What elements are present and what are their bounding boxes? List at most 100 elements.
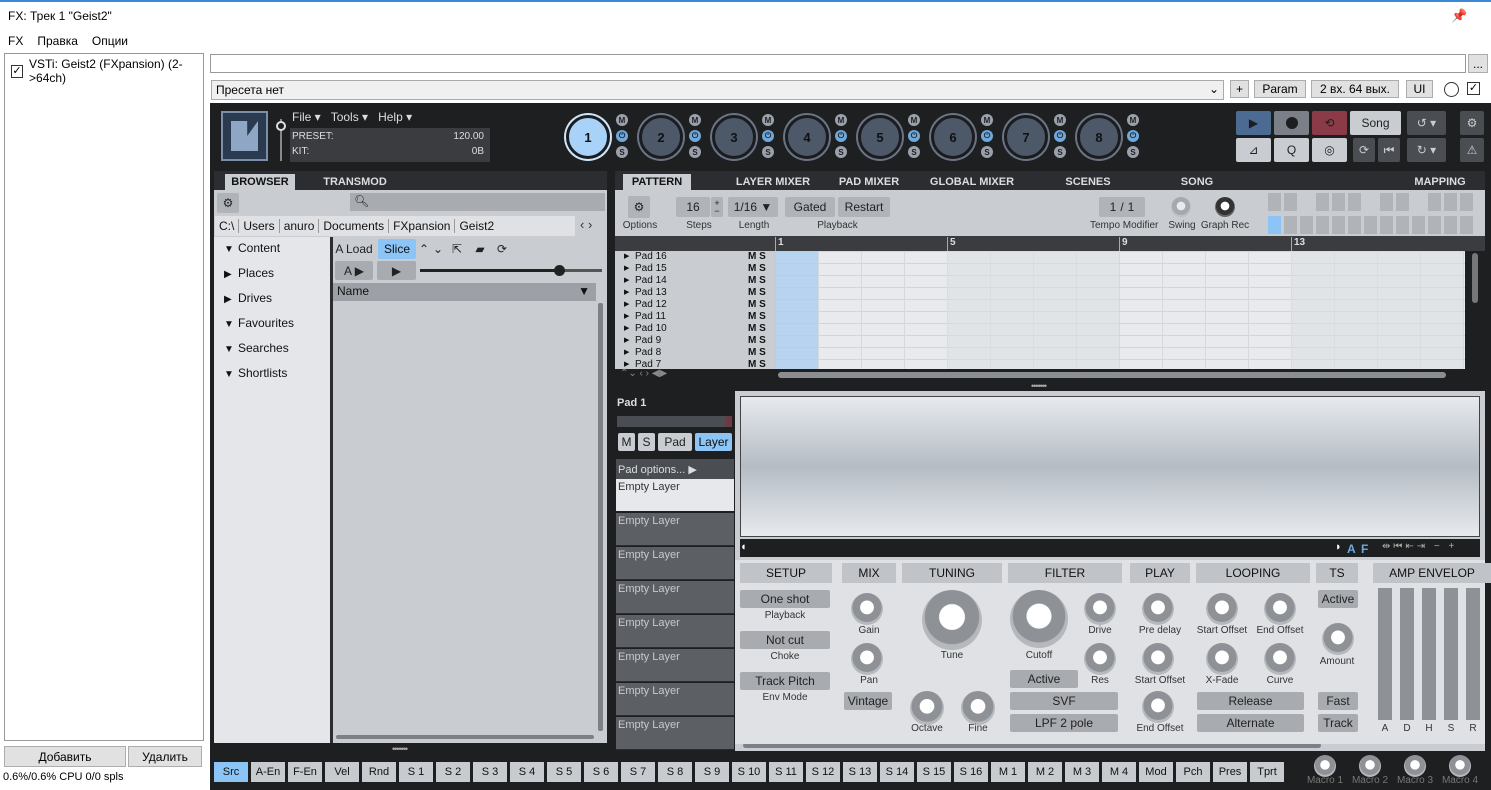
sample-start-marker[interactable]: ◖ [740, 541, 747, 553]
tab-s5[interactable]: S 5 [547, 762, 581, 782]
wave-f-toggle[interactable]: F [1361, 542, 1368, 556]
swing-knob[interactable] [1171, 197, 1191, 217]
browser-tree-item[interactable]: ▼ Content [224, 241, 280, 255]
settings-button[interactable]: ⚙ [1460, 111, 1484, 135]
pad-solo-button[interactable]: S [689, 146, 701, 158]
pad-power-icon[interactable]: ⏻ [981, 130, 993, 142]
layer-slot[interactable]: Empty Layer [616, 683, 734, 716]
tab-src[interactable]: Src [214, 762, 248, 782]
fx-list[interactable]: ✓ VSTi: Geist2 (FXpansion) (2->64ch) [4, 53, 204, 741]
warning-button[interactable]: ⚠ [1460, 138, 1484, 162]
row-mute-solo[interactable]: M S [748, 335, 766, 346]
tab-s11[interactable]: S 11 [769, 762, 803, 782]
tab-s13[interactable]: S 13 [843, 762, 877, 782]
file-list[interactable] [333, 301, 606, 741]
pad-view-button[interactable]: Pad [658, 433, 692, 451]
track-pitch-button[interactable]: Track Pitch [740, 672, 830, 690]
tab-transmod[interactable]: TRANSMOD [315, 174, 395, 190]
breadcrumb-item[interactable]: anuro [280, 219, 320, 233]
breadcrumb-item[interactable]: FXpansion [389, 219, 456, 233]
file-list-scrollbar[interactable] [598, 303, 603, 731]
pad-mute-button[interactable]: M [762, 114, 774, 126]
tune-knob[interactable] [922, 590, 982, 650]
breadcrumb-item[interactable]: Documents [319, 219, 390, 233]
preset-select[interactable]: Пресета нет ⌄ [211, 80, 1224, 100]
pad-solo-button[interactable]: S [616, 146, 628, 158]
tab-tprt[interactable]: Tprt [1250, 762, 1284, 782]
step-grid[interactable] [775, 251, 1465, 369]
add-preset-button[interactable]: + [1230, 80, 1249, 98]
pan-knob[interactable] [851, 643, 883, 675]
macro-knob[interactable] [1314, 755, 1336, 777]
tab-mod[interactable]: Mod [1139, 762, 1173, 782]
pin-icon[interactable]: 📌 [1451, 8, 1467, 24]
fx-enable-checkbox[interactable]: ✓ [11, 64, 24, 78]
pad-power-icon[interactable]: ⏻ [1054, 130, 1066, 142]
pad-solo-button[interactable]: S [908, 146, 920, 158]
filter-type-dropdown[interactable]: SVF [1010, 692, 1118, 710]
menu-fx[interactable]: FX [8, 34, 23, 50]
mapping-cell[interactable] [1332, 216, 1345, 234]
tab-browser[interactable]: BROWSER [225, 174, 295, 190]
quantize-button[interactable]: Q [1274, 138, 1309, 162]
layer-slot[interactable]: Empty Layer [616, 615, 734, 648]
steps-stepper[interactable]: + − [711, 197, 723, 217]
pad-mute-button[interactable]: M [835, 114, 847, 126]
tab-rnd[interactable]: Rnd [362, 762, 396, 782]
row-expand-icon[interactable]: ▶ [624, 312, 629, 320]
master-volume-slider[interactable] [276, 111, 286, 161]
row-expand-icon[interactable]: ▶ [624, 276, 629, 284]
breadcrumb-nav[interactable]: ‹ › [580, 217, 592, 232]
tab-s10[interactable]: S 10 [732, 762, 766, 782]
ts-active-button[interactable]: Active [1318, 590, 1358, 608]
grid-hscrollbar[interactable] [778, 372, 1446, 378]
mapping-cell[interactable] [1316, 193, 1329, 211]
restart-button[interactable]: Restart [838, 197, 890, 217]
row-expand-icon[interactable]: ▶ [624, 336, 629, 344]
mapping-cell[interactable] [1444, 193, 1457, 211]
pad-mute-button[interactable]: M [689, 114, 701, 126]
tab-m4[interactable]: M 4 [1102, 762, 1136, 782]
end-offset-knob[interactable] [1142, 691, 1174, 723]
curve-knob[interactable] [1264, 643, 1296, 675]
pad-button-4[interactable]: 4 [785, 115, 829, 159]
tab-m3[interactable]: M 3 [1065, 762, 1099, 782]
preset-panel[interactable]: PRESET: 120.00 KIT: 0B [290, 128, 490, 162]
browser-tree-item[interactable]: ▶ Drives [224, 291, 272, 305]
pad-button-1[interactable]: 1 [566, 115, 610, 159]
tab-s3[interactable]: S 3 [473, 762, 507, 782]
pad-mute-button[interactable]: M [616, 114, 628, 126]
pad-solo-button[interactable]: S [1054, 146, 1066, 158]
mapping-cell[interactable] [1300, 216, 1313, 234]
amp-envelope-slider[interactable] [1444, 588, 1458, 720]
undo-button[interactable]: ↺ ▾ [1407, 111, 1446, 135]
pad-mute-button[interactable]: M [1054, 114, 1066, 126]
row-mute-solo[interactable]: M S [748, 311, 766, 322]
tempo-modifier-field[interactable]: 1/1 [1099, 197, 1145, 217]
pad-power-icon[interactable]: ⏻ [616, 130, 628, 142]
pad-solo-button[interactable]: S [638, 433, 655, 451]
amp-envelope-slider[interactable] [1378, 588, 1392, 720]
wet-knob-icon[interactable] [1444, 82, 1459, 97]
layer-slot[interactable]: Empty Layer [616, 649, 734, 682]
pad-solo-button[interactable]: S [835, 146, 847, 158]
audition-a-button[interactable]: A ▶ [335, 261, 373, 280]
tab-layer-mixer[interactable]: LAYER MIXER [726, 174, 820, 190]
octave-knob[interactable] [910, 691, 944, 725]
row-expand-icon[interactable]: ▶ [624, 348, 629, 356]
tab-s8[interactable]: S 8 [658, 762, 692, 782]
breadcrumb-item[interactable]: Users [239, 219, 280, 233]
load-button[interactable]: A Load [334, 239, 374, 259]
row-mute-solo[interactable]: M S [748, 299, 766, 310]
waveform-display[interactable] [740, 396, 1480, 537]
ts-amount-knob[interactable] [1322, 623, 1354, 655]
help-menu[interactable]: Help ▾ [378, 110, 412, 124]
tab-s6[interactable]: S 6 [584, 762, 618, 782]
tab-pad-mixer[interactable]: PAD MIXER [835, 174, 903, 190]
file-list-hscrollbar[interactable] [336, 735, 594, 739]
mapping-cell[interactable] [1444, 216, 1457, 234]
tab-s1[interactable]: S 1 [399, 762, 433, 782]
res-knob[interactable] [1084, 643, 1116, 675]
row-mute-solo[interactable]: M S [748, 263, 766, 274]
tempo-sync-button[interactable]: ◎ [1312, 138, 1347, 162]
